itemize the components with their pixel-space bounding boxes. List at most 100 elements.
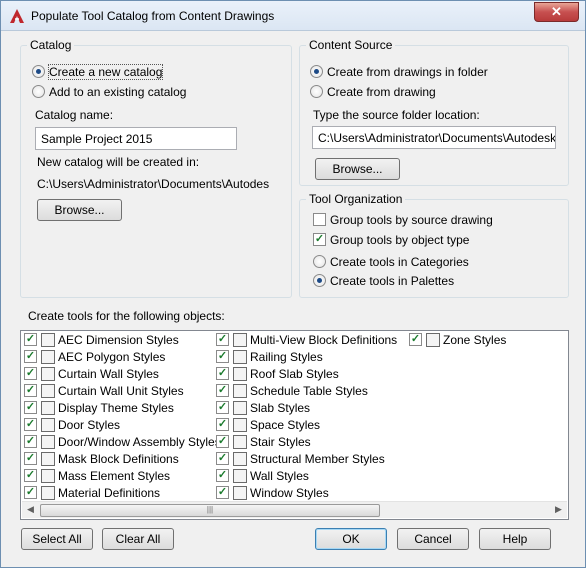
catalog-browse-button[interactable]: Browse... [37,199,122,221]
checkbox-checked-icon[interactable]: ✓ [24,401,37,415]
source-folder-input[interactable]: C:\Users\Administrator\Documents\Autodes… [312,126,556,149]
object-list-item-label: Space Styles [250,418,321,432]
objects-list[interactable]: ✓ AEC Dimension Styles ✓ AEC Polygon Styles… [20,330,569,520]
object-list-item[interactable]: ✓ Wall Styles [216,468,309,486]
radio-from-folder-label: Create from drawings in folder [327,65,488,79]
tool-organization-legend: Tool Organization [309,192,403,206]
scroll-right-icon[interactable]: ▶ [551,504,566,517]
object-style-icon [41,468,55,483]
object-style-icon [233,434,247,449]
checkbox-group-by-type[interactable]: ✓ Group tools by object type [313,233,469,247]
radio-categories[interactable]: Create tools in Categories [313,255,469,269]
object-list-item[interactable]: ✓ Multi-View Block Definitions [216,332,398,350]
title-bar[interactable]: Populate Tool Catalog from Content Drawi… [1,1,585,31]
checkbox-checked-icon[interactable]: ✓ [216,486,229,500]
checkbox-checked-icon[interactable]: ✓ [24,333,37,347]
checkbox-group-by-source[interactable]: Group tools by source drawing [313,213,493,227]
object-list-item-label: Window Styles [250,486,329,500]
object-list-item-label: Display Theme Styles [58,401,174,415]
catalog-name-input[interactable]: Sample Project 2015 [35,127,237,150]
object-list-item[interactable]: ✓ AEC Polygon Styles [24,349,166,367]
checkbox-checked-icon[interactable]: ✓ [24,435,37,449]
object-list-item[interactable]: ✓ Structural Member Styles [216,451,385,469]
radio-from-folder[interactable]: Create from drawings in folder [310,65,488,79]
checkbox-checked-icon[interactable]: ✓ [24,452,37,466]
source-folder-label: Type the source folder location: [313,108,480,122]
object-list-item[interactable]: ✓ Mask Block Definitions [24,451,179,469]
object-list-item[interactable]: ✓ Space Styles [216,417,321,435]
close-button[interactable]: ✕ [534,2,579,22]
object-list-item[interactable]: ✓ Mass Element Styles [24,468,170,486]
object-list-item[interactable]: ✓ Stair Styles [216,434,311,452]
checkbox-checked-icon: ✓ [313,233,326,247]
object-list-item[interactable]: ✓ AEC Dimension Styles [24,332,179,350]
object-list-item[interactable]: ✓ Display Theme Styles [24,400,174,418]
cancel-button[interactable]: Cancel [397,528,469,550]
radio-palettes[interactable]: Create tools in Palettes [313,274,454,288]
object-style-icon [233,400,247,415]
radio-from-drawing[interactable]: Create from drawing [310,85,436,99]
object-list-item[interactable]: ✓ Door Styles [24,417,120,435]
object-list-item[interactable]: ✓ Schedule Table Styles [216,383,368,401]
object-list-item-label: Wall Styles [250,469,309,483]
object-list-item[interactable]: ✓ Railing Styles [216,349,323,367]
close-icon: ✕ [551,4,562,19]
checkbox-checked-icon[interactable]: ✓ [216,333,229,347]
checkbox-checked-icon[interactable]: ✓ [216,350,229,364]
checkbox-checked-icon[interactable]: ✓ [216,367,229,381]
radio-create-new-catalog[interactable]: Create a new catalog [32,64,164,80]
object-style-icon [41,332,55,347]
source-browse-button[interactable]: Browse... [315,158,400,180]
ok-button[interactable]: OK [315,528,387,550]
object-list-item[interactable]: ✓ Curtain Wall Unit Styles [24,383,184,401]
object-list-item[interactable]: ✓ Curtain Wall Styles [24,366,159,384]
radio-create-new-catalog-label: Create a new catalog [47,64,164,80]
objects-list-label: Create tools for the following objects: [28,309,225,323]
checkbox-checked-icon[interactable]: ✓ [216,418,229,432]
object-style-icon [233,383,247,398]
radio-empty-icon [313,255,326,269]
object-list-item-label: Slab Styles [250,401,311,415]
object-list-item[interactable]: ✓ Slab Styles [216,400,311,418]
checkbox-checked-icon[interactable]: ✓ [216,435,229,449]
object-list-item-label: Multi-View Block Definitions [250,333,398,347]
checkbox-checked-icon[interactable]: ✓ [216,469,229,483]
radio-palettes-label: Create tools in Palettes [330,274,455,288]
object-list-item[interactable]: ✓ Door/Window Assembly Styles [24,434,221,452]
object-list-item[interactable]: ✓ Zone Styles [409,332,507,350]
content-source-legend: Content Source [309,38,393,52]
checkbox-checked-icon[interactable]: ✓ [24,418,37,432]
horizontal-scrollbar[interactable]: ◀ ||| ▶ [22,501,567,518]
object-list-item-label: Curtain Wall Unit Styles [58,384,184,398]
checkbox-checked-icon[interactable]: ✓ [24,486,37,500]
catalog-location-path: C:\Users\Administrator\Documents\Autodes… [37,177,269,191]
object-list-item-label: Structural Member Styles [250,452,385,466]
checkbox-checked-icon[interactable]: ✓ [409,333,422,347]
radio-empty-icon [310,85,323,99]
dialog-content: Catalog Create a new catalog Add to an e… [1,32,585,567]
checkbox-checked-icon[interactable]: ✓ [24,350,37,364]
object-list-item-label: AEC Polygon Styles [58,350,166,364]
checkbox-checked-icon[interactable]: ✓ [24,469,37,483]
checkbox-checked-icon[interactable]: ✓ [24,367,37,381]
catalog-legend: Catalog [30,38,72,52]
scroll-thumb[interactable]: ||| [40,504,380,517]
checkbox-checked-icon[interactable]: ✓ [216,384,229,398]
select-all-button[interactable]: Select All [21,528,93,550]
object-list-item-label: Railing Styles [250,350,323,364]
object-list-item[interactable]: ✓ Roof Slab Styles [216,366,339,384]
radio-add-existing-catalog[interactable]: Add to an existing catalog [32,85,186,99]
checkbox-checked-icon[interactable]: ✓ [216,401,229,415]
object-list-item-label: Zone Styles [443,333,507,347]
clear-all-button[interactable]: Clear All [102,528,174,550]
object-list-item-label: Stair Styles [250,435,311,449]
checkbox-checked-icon[interactable]: ✓ [216,452,229,466]
object-style-icon [41,434,55,449]
object-style-icon [233,417,247,432]
help-button[interactable]: Help [479,528,551,550]
window-title: Populate Tool Catalog from Content Drawi… [31,9,275,23]
object-style-icon [41,383,55,398]
autodesk-app-icon [10,9,24,23]
checkbox-checked-icon[interactable]: ✓ [24,384,37,398]
scroll-left-icon[interactable]: ◀ [23,504,38,517]
